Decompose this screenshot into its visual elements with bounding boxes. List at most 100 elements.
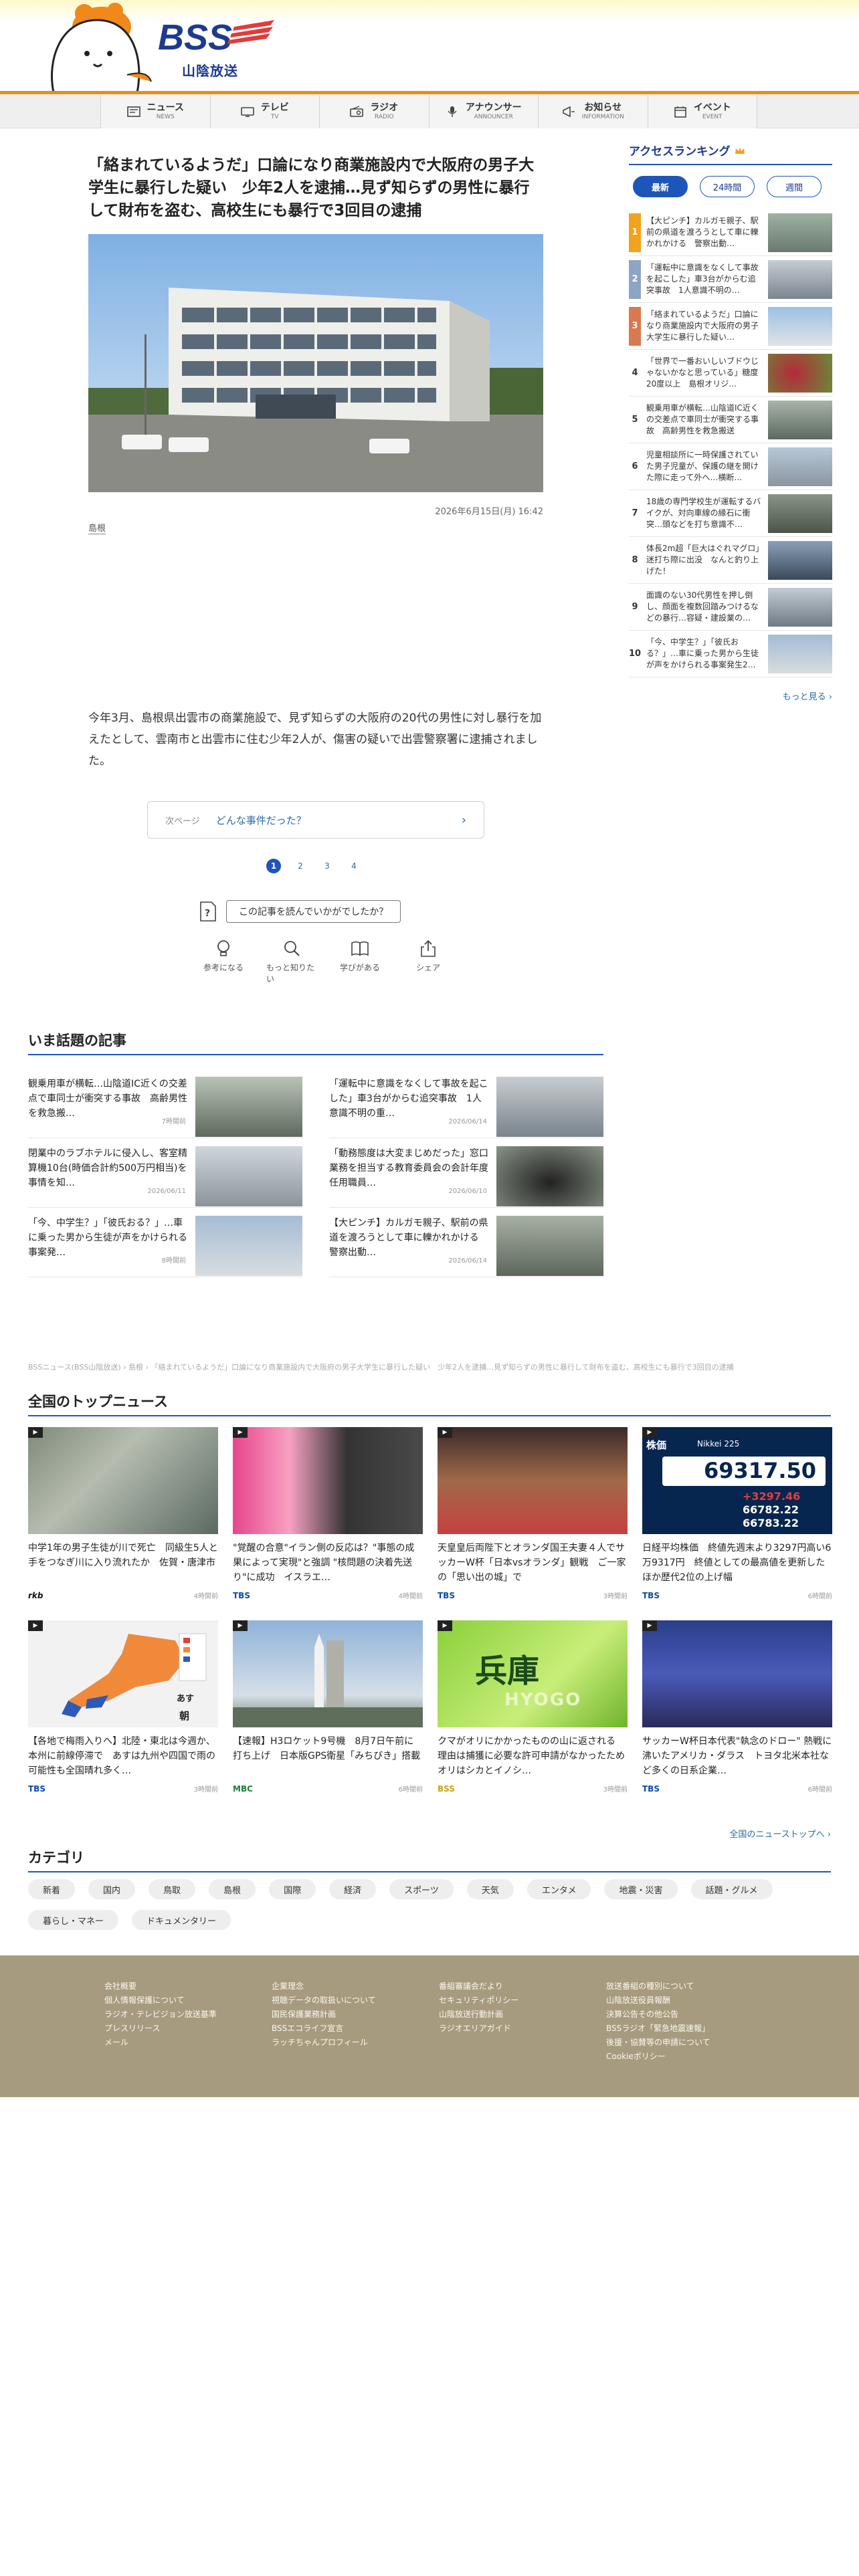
mascot-character-icon[interactable] [27,0,154,92]
footer-link[interactable]: 後援・協賛等の申請について [606,2036,773,2050]
weather-morning: 朝 [179,1710,190,1722]
footer-link[interactable]: 山陰放送役員報酬 [606,1994,773,2008]
top-news-card[interactable]: ▶ 天皇皇后両陛下とオランダ国王夫妻４人でサッカーW杯「日本vsオランダ」観戦 … [438,1427,628,1600]
nav-item-news[interactable]: ニュース NEWS [100,95,210,128]
footer-link[interactable]: 企業理念 [272,1979,439,1994]
footer-link[interactable]: Cookieポリシー [606,2050,773,2064]
top-news-card[interactable]: ▶ 兵庫 HYOGO クマがオリにかかったものの山に返される 理由は捕獲に必要な… [438,1620,628,1794]
ranking-item[interactable]: 5 観乗用車が横転…山陰道IC近くの交差点で車同士が衝突する事故 高齢男性を救急搬… [629,397,832,443]
rank-text: 【大ピンチ】カルガモ親子、駅前の県道を渡ろうとして車に轢かれかける 警察出動… [646,216,759,248]
trending-thumbnail [496,1077,603,1137]
ranking-item[interactable]: 7 18歳の専門学校生が運転するバイクが、対向車線の縁石に衝突…頭などを打ち意識不… [629,490,832,537]
footer-link[interactable]: 視聴データの取扱いについて [272,1994,439,2008]
site-logo[interactable]: BSS 山陰放送 [155,16,276,79]
article-photo [88,234,543,492]
tab-weekly[interactable]: 週間 [767,176,822,197]
trending-item[interactable]: 「動務態度は大変まじめだった」窓口業務を担当する教育委員会の会計年度任用職員… 2… [329,1138,603,1208]
category-chip[interactable]: 経済 [329,1879,377,1899]
footer-link[interactable]: 放送番組の種別について [606,1979,773,1994]
top-news-card[interactable]: ▶ 【速報】H3ロケット9号機 8月7日午前に打ち上げ 日本版GPS衛星「みちび… [233,1620,423,1794]
next-page-button[interactable]: 次ページ どんな事件だった？ › [147,801,484,839]
tab-24h[interactable]: 24時間 [700,176,755,197]
reaction-want-more[interactable]: もっと知りたい [266,939,317,984]
category-chip[interactable]: ドキュメンタリー [132,1910,231,1930]
rank-number: 2 [629,259,641,299]
footer-link[interactable]: プレスリリース [104,2022,272,2036]
news-source: rkb [28,1590,43,1600]
all-news-link[interactable]: 全国のニューストップへ › [729,1827,831,1840]
page-2[interactable]: 2 [293,859,308,873]
category-chip[interactable]: 鳥取 [149,1879,196,1899]
reaction-learned[interactable]: 学びがある [335,939,385,984]
trending-item[interactable]: 閉業中のラブホテルに侵入し、客室精算機10台(時価合計約500万円相当)を事情を… [28,1138,302,1208]
news-time: 4時間前 [398,1593,423,1600]
ranking-item[interactable]: 3 「絡まれているようだ」口論になり商業施設内で大阪府の男子大学生に暴行した疑い… [629,303,832,350]
rank-text: 体長2m超「巨大はぐれマグロ」迷打ち際に出没 なんと釣り上げた！ [646,544,760,576]
news-icon [126,106,140,117]
footer-link[interactable]: 山陰放送行動計画 [439,2008,606,2022]
footer-link[interactable]: ラッチちゃんプロフィール [272,2036,439,2050]
nav-item-announcer[interactable]: アナウンサー ANNOUNCER [428,95,538,128]
footer-link[interactable]: 番組審議会だより [439,1979,606,1994]
footer-link[interactable]: 決算公告その他公告 [606,2008,773,2022]
footer-link[interactable]: メール [104,2036,272,2050]
top-news-card[interactable]: ▶ "覚醒の合意"イラン側の反応は？"事態の成果によって実現"と強調 "核問題の… [233,1427,423,1600]
page-3[interactable]: 3 [320,859,335,873]
category-chip[interactable]: 話題・グルメ [690,1879,773,1899]
category-chip[interactable]: 国内 [88,1879,136,1899]
trending-item[interactable]: 「運転中に意識をなくして事故を起こした」車3台がからむ追突事故 1人意識不明の重… [329,1069,603,1138]
ranking-item[interactable]: 8 体長2m超「巨大はぐれマグロ」迷打ち際に出没 なんと釣り上げた！ [629,537,832,584]
region-tag[interactable]: 島根 [88,521,106,534]
footer-link[interactable]: ラジオエリアガイド [439,2022,606,2036]
top-news-card[interactable]: ▶ 株価 Nikkei 225 69317.50 +3297.46 66782.… [642,1427,832,1600]
reaction-share[interactable]: シェア [403,939,454,984]
footer-link[interactable]: BSSラジオ「緊急地震速報」 [606,2022,773,2036]
footer-link[interactable]: 国民保護業務計画 [272,2008,439,2022]
ranking-item[interactable]: 6 児童相談所に一時保護されていた男子児童が、保護の継を開けた際に走って外へ…横断… [629,443,832,490]
nav-item-event[interactable]: イベント EVENT [647,95,757,128]
ranking-item[interactable]: 10 「今、中学生？」「彼氏おる？」…車に乗った男から生徒が声をかけられる事案発生… [629,631,832,677]
station-name: 山陰放送 [182,63,238,79]
ranking-more-link[interactable]: もっと見る › [629,689,832,702]
page-1[interactable]: 1 [266,859,281,873]
nav-item-tv[interactable]: テレビ TV [209,95,319,128]
category-chip[interactable]: 暮らし・マネー [28,1910,119,1930]
nav-en-label: NEWS [156,114,175,120]
footer-link[interactable]: 会社概要 [104,1979,272,1994]
trending-list: 観乗用車が横転…山陰道IC近くの交差点で車同士が衝突する事故 高齢男性を救急搬…… [28,1069,603,1277]
video-icon: ▶ [233,1427,248,1438]
footer-link[interactable]: セキュリティポリシー [439,1994,606,2008]
category-chip[interactable]: 国際 [269,1879,316,1899]
ranking-item[interactable]: 9 面識のない30代男性を押し倒し、顔面を複数回踏みつけるなどの暴行…容疑・建設業… [629,584,832,631]
category-chip[interactable]: 新着 [28,1879,76,1899]
page-4[interactable]: 4 [347,859,361,873]
top-news-card[interactable]: ▶ サッカーW杯日本代表"執念のドロー" 熱戦に沸いたアメリカ・ダラス トヨタ北… [642,1620,832,1794]
nav-en-label: INFORMATION [581,114,624,120]
ranking-item[interactable]: 2 「運転中に意識をなくして事故を起こした」車3台がからむ追突事故 1人意識不明の… [629,256,832,303]
top-news-card[interactable]: ▶ 中学1年の男子生徒が川で死亡 同級生5人と手をつなぎ川に入り流れたか 佐賀・… [28,1427,218,1600]
trending-item[interactable]: 【大ピンチ】カルガモ親子、駅前の県道を渡ろうとして車に轢かれかける 警察出動… 2… [329,1208,603,1277]
reaction-question: ? この記事を読んでいかがでしたか？ [199,900,401,923]
footer-link[interactable]: 個人情報保護について [104,1994,272,2008]
footer-link[interactable]: BSSエコライフ宣言 [272,2022,439,2036]
top-news-card[interactable]: ▶ あす 朝 【各地で梅雨入りへ】北陸・東北は今週か、本州に前線停滞で あすは九… [28,1620,218,1794]
next-page-title: どんな事件だった？ [215,814,306,827]
breadcrumb[interactable]: BSSニュース(BSS山陰放送) › 島根 › 「絡まれているようだ」口論になり… [28,1362,831,1372]
category-chip[interactable]: スポーツ [389,1879,454,1899]
category-chip[interactable]: エンタメ [527,1879,591,1899]
trending-item[interactable]: 観乗用車が横転…山陰道IC近くの交差点で車同士が衝突する事故 高齢男性を救急搬…… [28,1069,302,1138]
ranking-item[interactable]: 1 【大ピンチ】カルガモ親子、駅前の県道を渡ろうとして車に轢かれかける 警察出動… [629,209,832,256]
nav-item-information[interactable]: お知らせ INFORMATION [538,95,648,128]
tab-latest[interactable]: 最新 [633,176,688,197]
category-chip[interactable]: 地震・災害 [604,1879,678,1899]
category-chip[interactable]: 天気 [466,1879,514,1899]
article-body: 今年3月、島根県出雲市の商業施設で、見ず知らずの大阪府の20代の男性に対し暴行を… [88,712,542,768]
reaction-helpful[interactable]: 参考になる [198,939,249,984]
video-icon: ▶ [28,1427,43,1438]
nav-item-radio[interactable]: ラジオ RADIO [319,95,429,128]
ranking-item[interactable]: 4 「世界で一番おいしいブドウじゃないかなと思っている」糖度20度以上 島根オリジ… [629,350,832,397]
article-title: 「絡まれているようだ」口論になり商業施設内で大阪府の男子大学生に暴行した疑い 少… [88,156,535,219]
trending-item[interactable]: 「今、中学生？」「彼氏おる？」…車に乗った男から生徒が声をかけられる事案発… 8時… [28,1208,302,1277]
category-chip[interactable]: 島根 [209,1879,256,1899]
footer-link[interactable]: ラジオ・テレビジョン放送基準 [104,2008,272,2022]
